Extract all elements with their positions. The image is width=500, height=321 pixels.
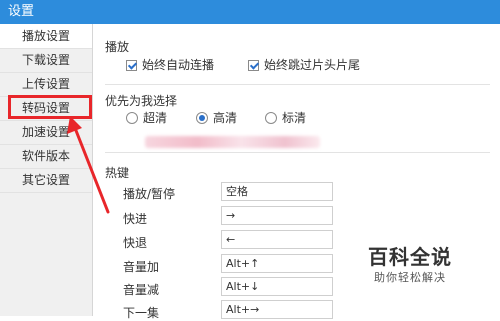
- hotkey-field-volume-up[interactable]: Alt+↑: [221, 254, 333, 273]
- quality-option-label: 超清: [143, 111, 168, 125]
- hotkey-field-forward[interactable]: →: [221, 206, 333, 225]
- redacted-blur: [145, 136, 320, 148]
- transcode-highlight-box: [8, 95, 92, 119]
- hotkey-label-rewind: 快退: [123, 236, 148, 250]
- radio-unchecked-icon: [126, 112, 138, 124]
- sidebar-item-download[interactable]: 下载设置: [0, 48, 92, 73]
- hotkey-label-forward: 快进: [123, 212, 148, 226]
- skip-intro-label: 始终跳过片头片尾: [264, 58, 361, 72]
- sidebar-item-version[interactable]: 软件版本: [0, 144, 92, 169]
- section-title-quality: 优先为我选择: [105, 94, 178, 108]
- hotkey-field-volume-down[interactable]: Alt+↓: [221, 277, 333, 296]
- settings-content: 播放 始终自动连播 始终跳过片头片尾 优先为我选择 超清 高清 标清 热键 播放…: [93, 24, 500, 320]
- section-title-hotkeys: 热键: [105, 166, 130, 180]
- window-title: 设置: [8, 4, 35, 19]
- checkbox-checked-icon: [248, 60, 259, 71]
- title-bar: 设置: [0, 0, 500, 24]
- hotkey-field-rewind[interactable]: ←: [221, 230, 333, 249]
- radio-unchecked-icon: [265, 112, 277, 124]
- quality-option-label: 高清: [213, 111, 238, 125]
- divider: [105, 152, 490, 153]
- sidebar-item-upload[interactable]: 上传设置: [0, 72, 92, 97]
- divider: [105, 84, 490, 85]
- sidebar-item-acceleration[interactable]: 加速设置: [0, 120, 92, 145]
- hotkey-label-volume-up: 音量加: [123, 260, 160, 274]
- radio-checked-icon: [196, 112, 208, 124]
- hotkey-field-next-episode[interactable]: Alt+→: [221, 300, 333, 319]
- quality-option-label: 标清: [282, 111, 307, 125]
- hotkey-label-volume-down: 音量减: [123, 283, 160, 297]
- hotkey-label-next-episode: 下一集: [123, 306, 160, 320]
- hotkey-label-play-pause: 播放/暂停: [123, 187, 176, 201]
- hotkey-field-play-pause[interactable]: 空格: [221, 182, 333, 201]
- sidebar-item-playback[interactable]: 播放设置: [0, 24, 92, 49]
- settings-sidebar: 播放设置 下载设置 上传设置 转码设置 加速设置 软件版本 其它设置: [0, 24, 93, 316]
- sidebar-item-other[interactable]: 其它设置: [0, 168, 92, 193]
- checkbox-checked-icon: [126, 60, 137, 71]
- auto-continue-label: 始终自动连播: [142, 58, 215, 72]
- section-title-playback: 播放: [105, 40, 130, 54]
